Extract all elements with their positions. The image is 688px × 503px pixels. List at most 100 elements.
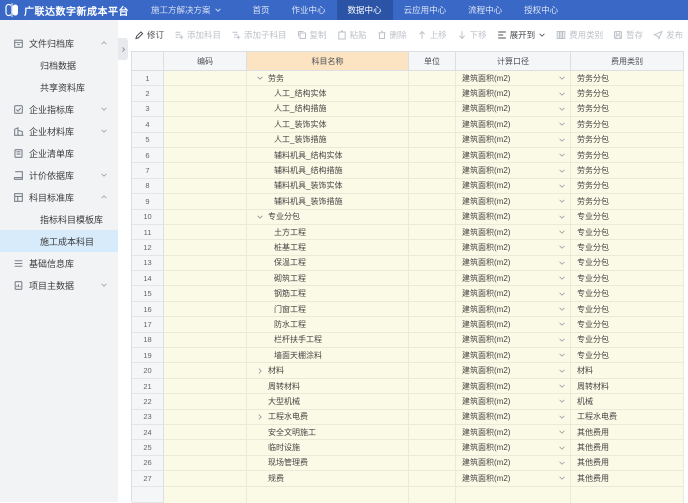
caliber-cell[interactable]: 建筑面积(m2) [456, 102, 571, 117]
toolbar-button-3[interactable]: 复制 [297, 29, 327, 41]
sidebar-collapse-handle[interactable] [118, 38, 128, 60]
table-row[interactable]: 18栏杆扶手工程建筑面积(m2)专业分包 [132, 333, 684, 348]
table-row[interactable]: 15钢筋工程建筑面积(m2)专业分包 [132, 286, 684, 301]
sidebar-item-6[interactable]: 计价依据库 [0, 164, 118, 186]
subject-name-cell: 辅料机具_装饰措施 [247, 194, 409, 209]
table-row[interactable]: 9辅料机具_装饰措施建筑面积(m2)劳务分包 [132, 194, 684, 209]
tree-chevron-down-icon[interactable] [256, 213, 264, 221]
nav-item-1[interactable]: 作业中心 [281, 0, 337, 20]
sidebar-item-2[interactable]: 共享资料库 [0, 76, 118, 98]
toolbar-button-0[interactable]: 修订 [134, 29, 164, 41]
caliber-cell[interactable]: 建筑面积(m2) [456, 410, 571, 425]
caliber-cell[interactable]: 建筑面积(m2) [456, 379, 571, 394]
table-row[interactable]: 22大型机械建筑面积(m2)机械 [132, 394, 684, 409]
tree-chevron-right-icon[interactable] [256, 413, 264, 421]
table-row[interactable]: 7辅料机具_结构措施建筑面积(m2)劳务分包 [132, 163, 684, 178]
caliber-value: 建筑面积(m2) [462, 411, 510, 422]
toolbar-button-1[interactable]: 添加科目 [174, 29, 221, 41]
sidebar-item-10[interactable]: 基础信息库 [0, 252, 118, 274]
tree-chevron-right-icon[interactable] [256, 367, 264, 375]
subject-name: 墙面天棚涂料 [274, 350, 322, 361]
table-row[interactable]: 4人工_装饰实体建筑面积(m2)劳务分包 [132, 117, 684, 132]
caliber-cell[interactable]: 建筑面积(m2) [456, 210, 571, 225]
table-row[interactable]: 6辅料机具_结构实体建筑面积(m2)劳务分包 [132, 148, 684, 163]
tree-chevron-down-icon[interactable] [256, 74, 264, 82]
sidebar-item-4[interactable]: 企业材料库 [0, 120, 118, 142]
caliber-cell[interactable]: 建筑面积(m2) [456, 179, 571, 194]
caliber-cell[interactable]: 建筑面积(m2) [456, 86, 571, 101]
table-row[interactable]: 17防水工程建筑面积(m2)专业分包 [132, 317, 684, 332]
caliber-cell[interactable]: 建筑面积(m2) [456, 471, 571, 486]
subject-name-cell: 防水工程 [247, 317, 409, 332]
table-row[interactable]: 27规费建筑面积(m2)其他费用 [132, 471, 684, 486]
caliber-cell[interactable]: 建筑面积(m2) [456, 133, 571, 148]
sidebar-item-7[interactable]: 科目标准库 [0, 186, 118, 208]
toolbar-button-7[interactable]: 下移 [457, 29, 487, 41]
table-row[interactable]: 25临时设施建筑面积(m2)其他费用 [132, 440, 684, 455]
caliber-cell[interactable]: 建筑面积(m2) [456, 333, 571, 348]
subject-name: 工程水电费 [268, 411, 308, 422]
caliber-cell[interactable]: 建筑面积(m2) [456, 148, 571, 163]
toolbar-button-6[interactable]: 上移 [417, 29, 447, 41]
table-row[interactable]: 26现场管理费建筑面积(m2)其他费用 [132, 456, 684, 471]
toolbar-button-5[interactable]: 删除 [377, 29, 407, 41]
caliber-cell[interactable]: 建筑面积(m2) [456, 271, 571, 286]
sidebar-item-1[interactable]: 归档数据 [0, 54, 118, 76]
caliber-cell[interactable]: 建筑面积(m2) [456, 440, 571, 455]
code-cell [164, 317, 247, 332]
sidebar-item-11[interactable]: 项目主数据 [0, 274, 118, 296]
table-row[interactable]: 13保温工程建筑面积(m2)专业分包 [132, 256, 684, 271]
table-row[interactable]: 24安全文明施工建筑面积(m2)其他费用 [132, 425, 684, 440]
category-cell: 工程水电费 [571, 410, 684, 425]
toolbar-button-8[interactable]: 展开到 [497, 29, 547, 41]
toolbar-button-10[interactable]: 暂存 [613, 29, 643, 41]
unit-cell [409, 102, 456, 117]
caliber-cell[interactable]: 建筑面积(m2) [456, 425, 571, 440]
nav-item-5[interactable]: 授权中心 [513, 0, 569, 20]
nav-item-3[interactable]: 云应用中心 [393, 0, 458, 20]
caliber-cell[interactable]: 建筑面积(m2) [456, 348, 571, 363]
sidebar-item-8[interactable]: 指标科目模板库 [0, 208, 118, 230]
sidebar-item-3[interactable]: 企业指标库 [0, 98, 118, 120]
nav-item-0[interactable]: 首页 [242, 0, 281, 20]
toolbar-button-4[interactable]: 粘贴 [337, 29, 367, 41]
table-row[interactable]: 16门窗工程建筑面积(m2)专业分包 [132, 302, 684, 317]
nav-item-2[interactable]: 数据中心 [337, 0, 393, 20]
caliber-cell[interactable]: 建筑面积(m2) [456, 194, 571, 209]
caliber-cell[interactable]: 建筑面积(m2) [456, 117, 571, 132]
caliber-cell[interactable]: 建筑面积(m2) [456, 71, 571, 86]
toolbar-button-9[interactable]: 费用类别 [556, 29, 603, 41]
table-row[interactable]: 5人工_装饰措施建筑面积(m2)劳务分包 [132, 133, 684, 148]
table-row[interactable]: 21周转材料建筑面积(m2)周转材料 [132, 379, 684, 394]
caliber-cell[interactable]: 建筑面积(m2) [456, 256, 571, 271]
toolbar-button-2[interactable]: 添加子科目 [231, 29, 287, 41]
table-row[interactable]: 8辅料机具_装饰实体建筑面积(m2)劳务分包 [132, 179, 684, 194]
caliber-cell[interactable]: 建筑面积(m2) [456, 225, 571, 240]
sidebar-item-5[interactable]: 企业清单库 [0, 142, 118, 164]
table-row[interactable]: 2人工_结构实体建筑面积(m2)劳务分包 [132, 86, 684, 101]
toolbar-button-11[interactable]: 发布 [653, 29, 683, 41]
caliber-cell[interactable]: 建筑面积(m2) [456, 286, 571, 301]
caliber-cell[interactable]: 建筑面积(m2) [456, 163, 571, 178]
table-row[interactable]: 10专业分包建筑面积(m2)专业分包 [132, 210, 684, 225]
table-row[interactable]: 11土方工程建筑面积(m2)专业分包 [132, 225, 684, 240]
caliber-cell[interactable]: 建筑面积(m2) [456, 317, 571, 332]
table-row[interactable]: 23工程水电费建筑面积(m2)工程水电费 [132, 410, 684, 425]
table-row[interactable]: 19墙面天棚涂料建筑面积(m2)专业分包 [132, 348, 684, 363]
solution-menu[interactable]: 施工方解决方案 [151, 4, 222, 16]
nav-item-4[interactable]: 流程中心 [457, 0, 513, 20]
unit-cell [409, 348, 456, 363]
table-row[interactable]: 20材料建筑面积(m2)材料 [132, 363, 684, 378]
caliber-cell[interactable]: 建筑面积(m2) [456, 302, 571, 317]
caliber-cell[interactable]: 建筑面积(m2) [456, 240, 571, 255]
sidebar-item-0[interactable]: 文件归档库 [0, 32, 118, 54]
table-row[interactable]: 1劳务建筑面积(m2)劳务分包 [132, 71, 684, 86]
table-row[interactable]: 12桩基工程建筑面积(m2)专业分包 [132, 240, 684, 255]
table-row[interactable]: 3人工_结构措施建筑面积(m2)劳务分包 [132, 102, 684, 117]
caliber-cell[interactable]: 建筑面积(m2) [456, 456, 571, 471]
caliber-cell[interactable]: 建筑面积(m2) [456, 363, 571, 378]
sidebar-item-9[interactable]: 施工成本科目 [0, 230, 118, 252]
caliber-cell[interactable]: 建筑面积(m2) [456, 394, 571, 409]
arrow-up-icon [417, 30, 427, 40]
table-row[interactable]: 14砌筑工程建筑面积(m2)专业分包 [132, 271, 684, 286]
